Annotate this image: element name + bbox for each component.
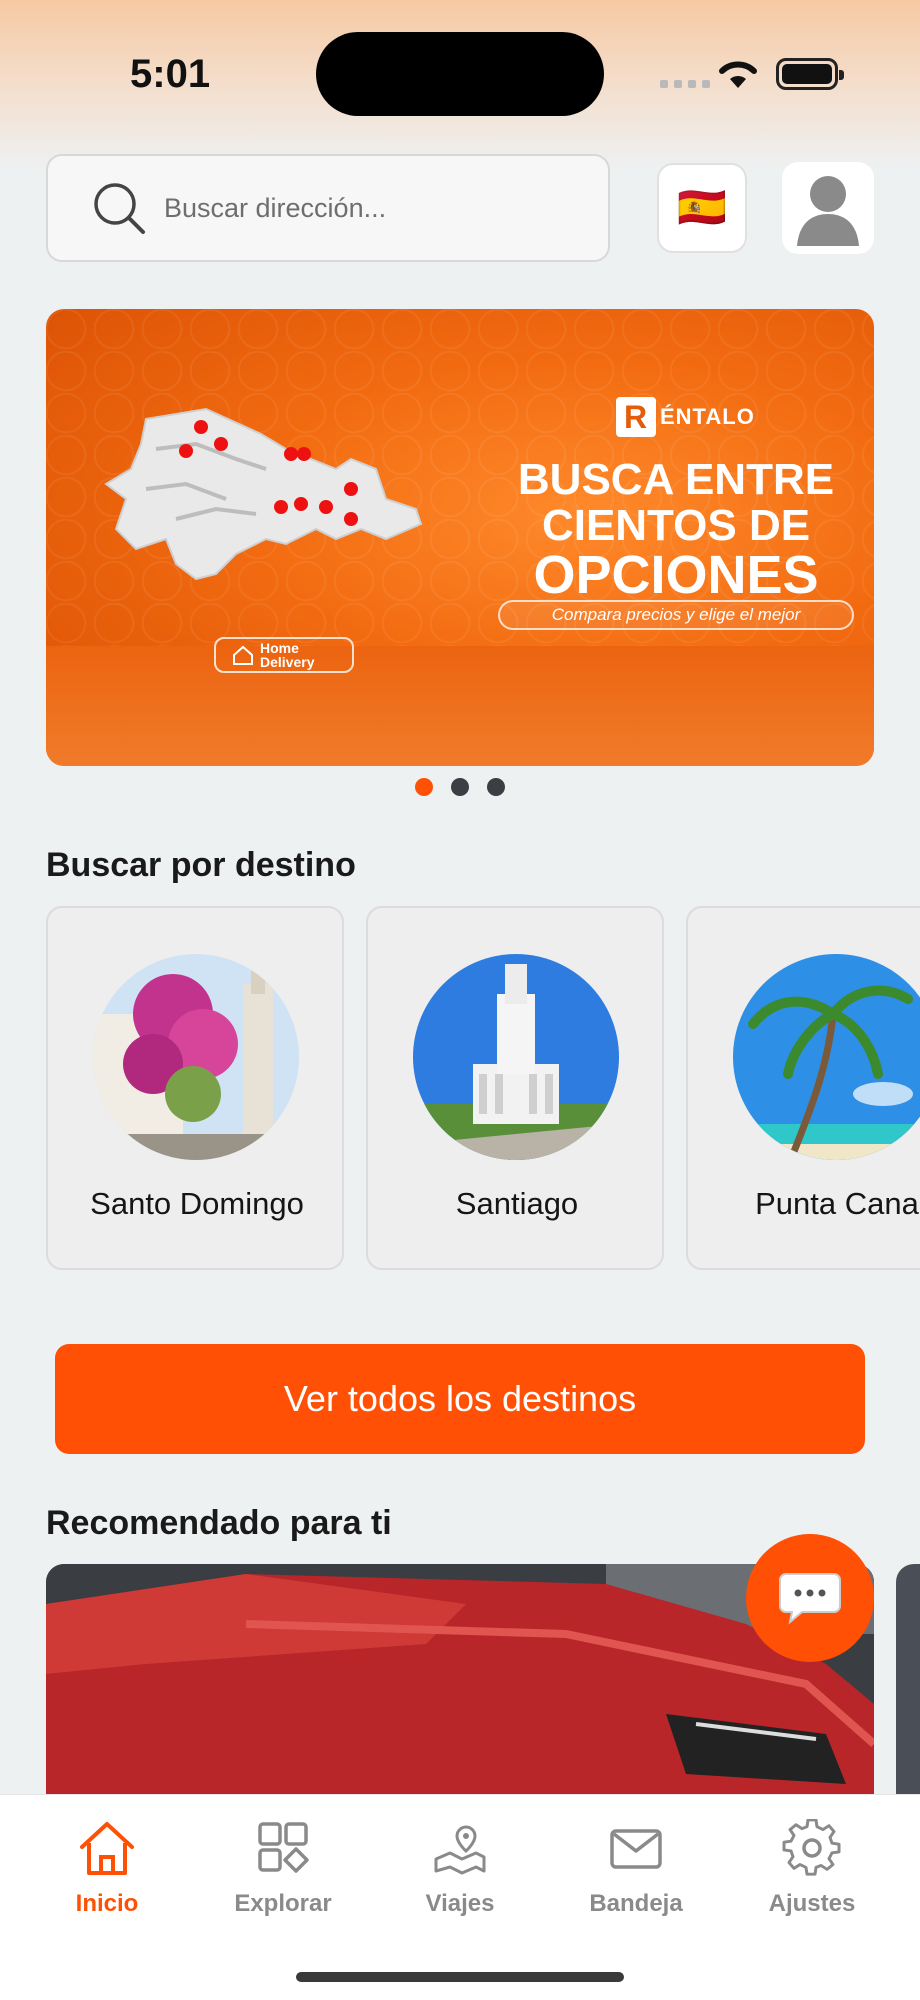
destinations-carousel[interactable]: Santo Domingo Santiago Punta Cana: [46, 906, 920, 1272]
tab-ajustes[interactable]: Ajustes: [742, 1818, 882, 1918]
banner-headline: BUSCA ENTRE CIENTOS DE OPCIONES: [486, 455, 866, 605]
brand-logo: R ÉNTALO: [616, 397, 755, 437]
destination-card-santo-domingo[interactable]: Santo Domingo: [46, 906, 344, 1270]
profile-button[interactable]: [782, 162, 874, 254]
banner-subtitle: Compara precios y elige el mejor: [498, 600, 854, 630]
tab-label: Explorar: [234, 1890, 332, 1917]
battery-icon: [776, 58, 844, 90]
view-all-destinations-button[interactable]: Ver todos los destinos: [55, 1344, 865, 1454]
punta-cana-photo: [733, 954, 920, 1160]
brand-letter: R: [616, 397, 656, 437]
cellular-signal-icon: [660, 80, 710, 88]
promo-banner[interactable]: Home Delivery R ÉNTALO BUSCA ENTRE CIENTO…: [46, 309, 874, 766]
home-delivery-chip: Home Delivery: [214, 637, 354, 673]
recommended-title: Recomendado para ti: [46, 1504, 392, 1542]
tab-viajes[interactable]: Viajes: [390, 1819, 530, 1918]
headline-line-3: OPCIONES: [533, 545, 819, 605]
destination-card-punta-cana[interactable]: Punta Cana: [686, 906, 920, 1270]
wifi-icon: [719, 61, 757, 88]
language-button[interactable]: 🇪🇸: [657, 163, 747, 253]
tab-inicio[interactable]: Inicio: [37, 1819, 177, 1918]
search-input[interactable]: [164, 192, 564, 224]
recommended-card-next[interactable]: [896, 1564, 920, 1804]
carousel-dot[interactable]: [451, 778, 469, 796]
dynamic-island: [316, 32, 604, 116]
search-icon: [94, 183, 145, 234]
destination-name: Punta Cana: [755, 1186, 919, 1221]
destination-name: Santiago: [455, 1186, 579, 1221]
banner-floor: [46, 646, 874, 766]
tab-label: Ajustes: [768, 1890, 856, 1917]
brand-name: ÉNTALO: [660, 404, 755, 429]
bottom-tab-bar: Inicio Explorar Viajes Bandeja Ajustes: [0, 1794, 920, 2000]
search-bar[interactable]: [46, 154, 610, 262]
carousel-dot[interactable]: [415, 778, 433, 796]
destination-card-santiago[interactable]: Santiago: [366, 906, 664, 1270]
chat-bubble-icon: [779, 1573, 841, 1625]
mail-icon: [610, 1829, 662, 1869]
status-time: 5:01: [130, 52, 211, 96]
destination-name: Santo Domingo: [90, 1186, 304, 1221]
santiago-photo: [413, 954, 619, 1160]
spain-flag-icon: 🇪🇸: [677, 186, 727, 230]
home-icon: [80, 1822, 134, 1875]
tab-bandeja[interactable]: Bandeja: [566, 1819, 706, 1918]
santo-domingo-photo: [93, 954, 299, 1160]
headline-line-1: BUSCA ENTRE: [517, 455, 835, 504]
carousel-dot[interactable]: [487, 778, 505, 796]
tab-label: Inicio: [75, 1890, 139, 1917]
headline-line-2: CIENTOS DE: [541, 501, 811, 550]
island-map-illustration: [104, 407, 423, 581]
avatar-icon: [797, 176, 859, 246]
tab-explorar[interactable]: Explorar: [213, 1819, 353, 1918]
gear-icon: [782, 1818, 841, 1876]
home-indicator: [296, 1972, 624, 1982]
map-icon: [434, 1825, 486, 1875]
carousel-dots: [415, 778, 505, 796]
home-pin-icon: [233, 645, 253, 665]
chip-line-2: Delivery: [260, 654, 315, 670]
destinations-title: Buscar por destino: [46, 846, 356, 884]
tab-label: Bandeja: [589, 1890, 683, 1917]
grid-icon: [258, 1822, 309, 1873]
tab-label: Viajes: [425, 1890, 495, 1917]
chat-button[interactable]: [746, 1534, 874, 1662]
